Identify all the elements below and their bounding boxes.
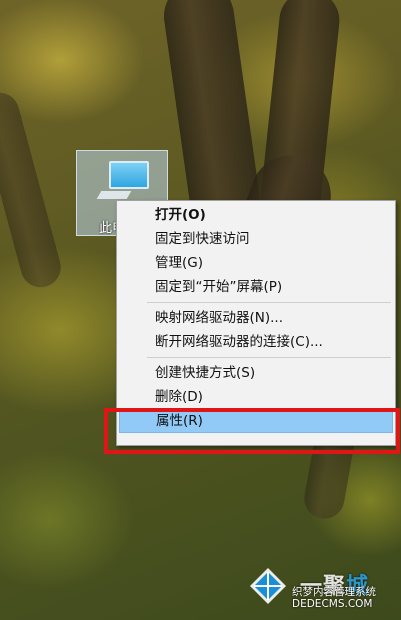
- menu-item-map-network-drive[interactable]: 映射网络驱动器(N)...: [119, 306, 393, 330]
- computer-icon: [109, 161, 149, 189]
- menu-item-manage[interactable]: 管理(G): [119, 251, 393, 275]
- keyboard-icon: [96, 191, 132, 199]
- desktop-background: 此电 打开(O) 固定到快速访问 管理(G) 固定到“开始”屏幕(P) 映射网络…: [0, 0, 401, 620]
- menu-item-delete[interactable]: 删除(D): [119, 385, 393, 409]
- menu-item-open[interactable]: 打开(O): [119, 203, 393, 227]
- windows-logo-icon: [250, 568, 286, 604]
- menu-item-create-shortcut[interactable]: 创建快捷方式(S): [119, 361, 393, 385]
- menu-item-pin-start[interactable]: 固定到“开始”屏幕(P): [119, 275, 393, 299]
- menu-separator: [147, 357, 391, 358]
- watermark-line1: 织梦内容管理系统: [292, 586, 376, 598]
- menu-separator: [147, 302, 391, 303]
- annotation-highlight-box: [104, 408, 400, 454]
- watermark-line2: DEDECMS.COM: [292, 598, 373, 610]
- watermark-text: 织梦内容管理系统 DEDECMS.COM: [292, 586, 376, 610]
- menu-item-disconnect-network-drive[interactable]: 断开网络驱动器的连接(C)...: [119, 330, 393, 354]
- tree-trunk: [0, 88, 66, 292]
- menu-item-pin-quick-access[interactable]: 固定到快速访问: [119, 227, 393, 251]
